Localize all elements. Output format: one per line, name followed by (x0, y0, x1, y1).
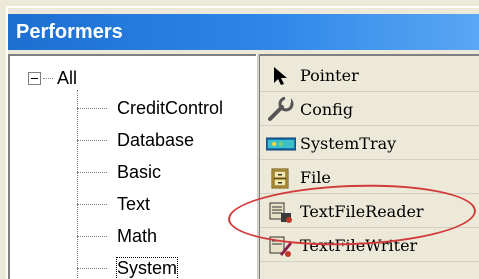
tree-connector (43, 77, 53, 79)
file-cabinet-icon (266, 165, 296, 191)
collapse-icon[interactable] (28, 71, 41, 85)
tree-connector (77, 203, 107, 205)
tree-item-label: System (115, 256, 179, 279)
tree-item-creditcontrol[interactable]: CreditControl (77, 94, 223, 122)
tree-item-text[interactable]: Text (77, 190, 150, 218)
tree-item-label: CreditControl (117, 97, 224, 118)
category-tree[interactable]: All CreditControl Database Basic Text Ma… (8, 54, 256, 279)
palette-item-config[interactable]: Config (260, 94, 479, 126)
wrench-icon (266, 96, 296, 123)
text-file-reader-icon (266, 199, 296, 225)
palette-item-label: TextFileWriter (300, 236, 418, 255)
palette-item-pointer[interactable]: Pointer (260, 60, 479, 92)
tree-item-database[interactable]: Database (77, 126, 194, 154)
palette-item-systemtray[interactable]: SystemTray (260, 128, 479, 160)
palette-item-file[interactable]: File (260, 162, 479, 194)
palette-item-textfilereader[interactable]: TextFileReader (260, 196, 479, 228)
palette-item-label: TextFileReader (300, 202, 424, 221)
palette-item-label: SystemTray (300, 134, 397, 153)
tree-item-label: Database (117, 129, 195, 150)
tree-connector (77, 171, 107, 173)
window-title: Performers (8, 14, 479, 50)
tree-item-system[interactable]: System (77, 254, 179, 279)
tree-item-label: Basic (117, 161, 162, 182)
tree-item-label: Text (117, 193, 151, 214)
palette-item-textfilewriter[interactable]: TextFileWriter (260, 230, 479, 262)
text-file-writer-icon (266, 233, 296, 259)
palette-item-label: Pointer (300, 66, 359, 85)
arrow-pointer-icon (266, 63, 296, 89)
tree-connector (77, 235, 107, 237)
system-tray-icon (266, 131, 296, 157)
tree-item-label: Math (117, 225, 158, 246)
palette-item-label: Config (300, 100, 354, 119)
tree-item-basic[interactable]: Basic (77, 158, 161, 186)
tree-connector (77, 107, 107, 109)
tree-connector (77, 139, 107, 141)
tree-root-label: All (57, 67, 78, 88)
tree-item-math[interactable]: Math (77, 222, 157, 250)
tree-connector (77, 267, 107, 269)
performer-palette: Pointer Config SystemTray File TextFileR… (260, 54, 479, 279)
palette-item-label: File (300, 168, 331, 187)
tree-root[interactable]: All (28, 66, 77, 90)
